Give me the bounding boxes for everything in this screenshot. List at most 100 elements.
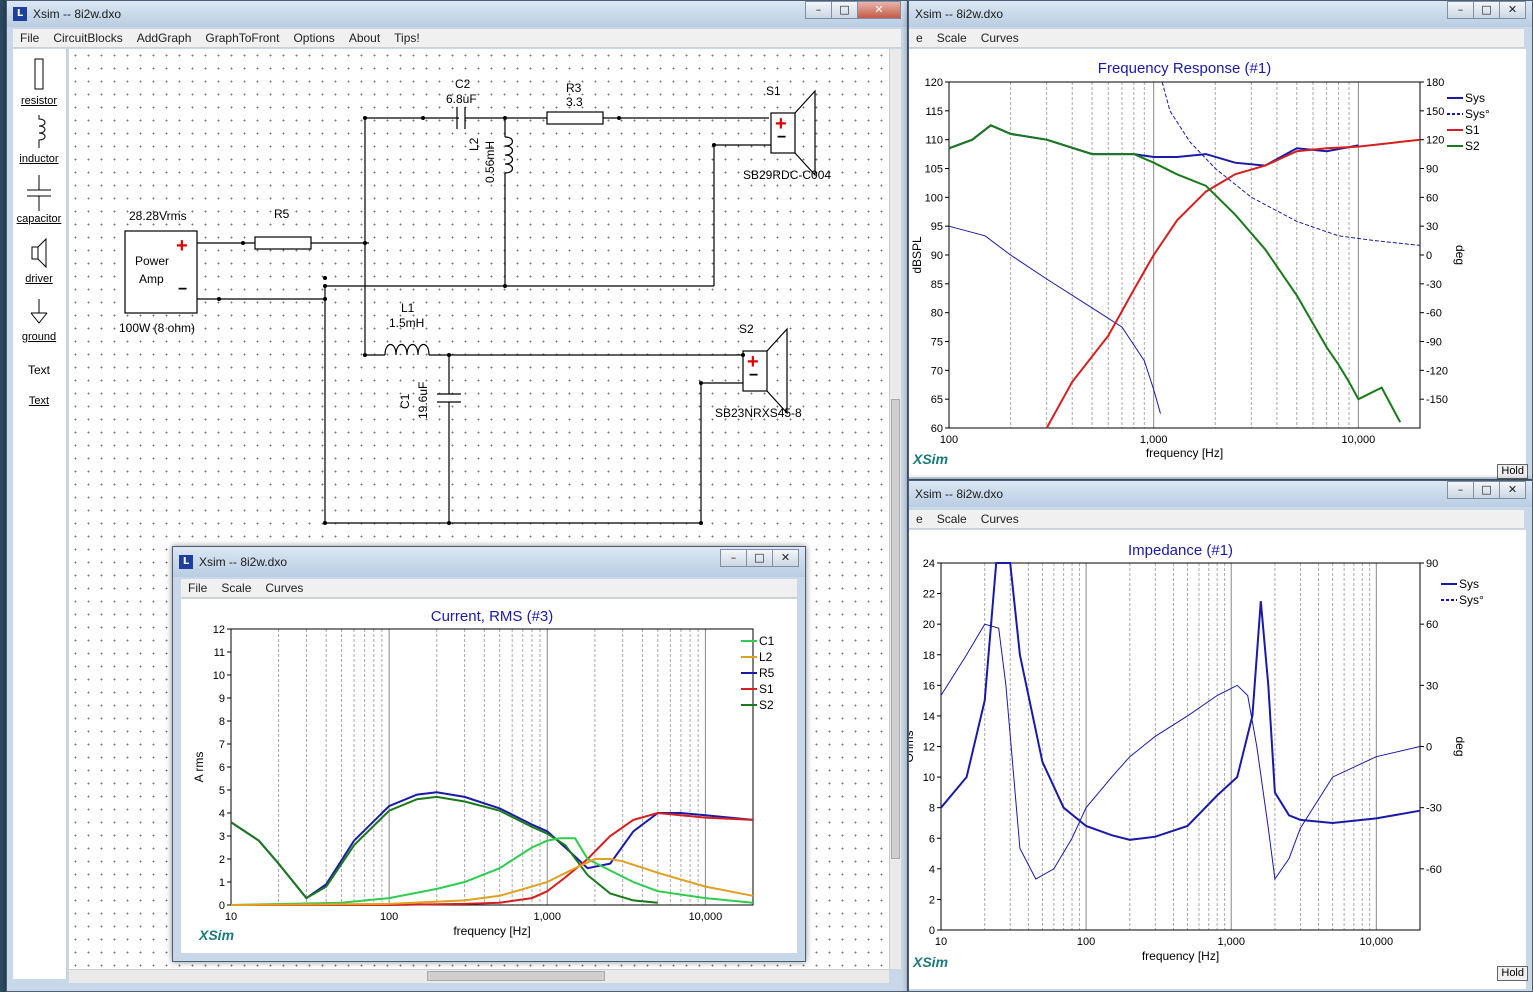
close-button[interactable]: ✕ xyxy=(857,1,901,19)
imp-window-title: Xsim -- 8i2w.dxo xyxy=(915,487,1004,501)
maximize-button[interactable]: □ xyxy=(831,1,858,19)
freq-close-button[interactable]: ✕ xyxy=(1499,1,1526,19)
amp-label-2: Amp xyxy=(139,272,164,286)
current-maximize-button[interactable]: □ xyxy=(746,549,773,567)
resistor-icon xyxy=(34,58,44,90)
toolbox: resistor inductor capacitor driver groun… xyxy=(13,49,67,979)
legend-entry: Sys xyxy=(1465,91,1485,105)
menu-graphtofront[interactable]: GraphToFront xyxy=(198,31,286,45)
current-close-button[interactable]: ✕ xyxy=(772,549,799,567)
freq-window: Xsim -- 8i2w.dxo – □ ✕ e Scale Curves 60… xyxy=(908,0,1533,480)
series-line-sys xyxy=(940,562,1421,841)
freq-hold-button[interactable]: Hold xyxy=(1497,464,1528,479)
amp-power-label: 100W (8 ohm) xyxy=(119,321,196,335)
y-tick-label: 6 xyxy=(219,762,225,774)
freq-minimize-button[interactable]: – xyxy=(1447,1,1474,19)
legend-entry: Sys° xyxy=(1465,107,1490,121)
freq-maximize-button[interactable]: □ xyxy=(1473,1,1500,19)
y2-tick-label: -60 xyxy=(1426,308,1442,320)
imp-close-button[interactable]: ✕ xyxy=(1499,481,1526,499)
y-tick-label: 2 xyxy=(219,854,225,866)
tool-ground[interactable]: ground xyxy=(13,299,65,343)
series-line-s1 xyxy=(231,811,754,906)
current-menu-scale[interactable]: Scale xyxy=(214,581,258,595)
menu-about[interactable]: About xyxy=(342,31,387,45)
y-tick-label: 10 xyxy=(213,670,225,682)
minimize-button[interactable]: – xyxy=(805,1,832,19)
main-titlebar[interactable]: L Xsim -- 8i2w.dxo – □ ✕ xyxy=(7,1,907,27)
series-line-sys-low xyxy=(948,225,1161,414)
x-tick-label: 1,000 xyxy=(533,911,561,923)
menu-tips[interactable]: Tips! xyxy=(387,31,427,45)
imp-titlebar[interactable]: Xsim -- 8i2w.dxo – □ ✕ xyxy=(909,481,1532,507)
imp-minimize-button[interactable]: – xyxy=(1447,481,1474,499)
current-brand: XSim xyxy=(199,927,235,943)
tool-text-2[interactable]: Text xyxy=(13,393,65,407)
current-menu-file[interactable]: File xyxy=(181,581,214,595)
y-tick-label: 10 xyxy=(923,772,935,784)
freq-plot-area: 60 65 70 75 80 85 90 95 100 105 110 115 120 -150 -120 -… xyxy=(909,49,1526,477)
menu-circuitblocks[interactable]: CircuitBlocks xyxy=(46,31,129,45)
freq-menubar: e Scale Curves xyxy=(909,29,1524,48)
series-line-l2 xyxy=(230,858,754,906)
y-tick-label: 5 xyxy=(219,785,225,797)
x-tick-label: 1,000 xyxy=(1140,434,1168,446)
menu-options[interactable]: Options xyxy=(286,31,341,45)
freq-chart: 60 65 70 75 80 85 90 95 100 105 110 115 120 -150 -120 -… xyxy=(910,60,1490,460)
current-titlebar[interactable]: L Xsim -- 8i2w.dxo – □ ✕ xyxy=(173,547,805,577)
y2-tick-label: 90 xyxy=(1426,164,1438,176)
imp-menu-file[interactable]: e xyxy=(909,512,930,526)
y-tick-label: 85 xyxy=(931,279,943,291)
horizontal-scrollbar[interactable] xyxy=(69,969,889,983)
x-tick-label: 100 xyxy=(380,911,398,923)
y-tick-label: 90 xyxy=(931,250,943,262)
freq-menu-file[interactable]: e xyxy=(909,31,930,45)
current-chart: 012345678910111210 100 1,000 10,000Current,… xyxy=(192,608,775,938)
series-line-sys- xyxy=(940,623,1421,881)
y-tick-label: 100 xyxy=(925,192,943,204)
chart-title: Frequency Response (#1) xyxy=(1098,60,1271,77)
y-tick-label: 18 xyxy=(923,650,935,662)
current-menu-curves[interactable]: Curves xyxy=(258,581,310,595)
y-tick-label: 105 xyxy=(925,164,943,176)
r5-label: R5 xyxy=(274,207,290,221)
legend-entry: S2 xyxy=(759,698,774,712)
s1-model: SB29RDC-C004 xyxy=(743,168,832,182)
imp-menu-scale[interactable]: Scale xyxy=(930,512,974,526)
y-tick-label: 120 xyxy=(925,77,943,89)
c1-label: C1 xyxy=(398,393,412,409)
legend-entry: C1 xyxy=(759,634,775,648)
imp-maximize-button[interactable]: □ xyxy=(1473,481,1500,499)
tool-text[interactable]: Text xyxy=(13,363,65,377)
tool-inductor[interactable]: inductor xyxy=(13,115,65,165)
current-minimize-button[interactable]: – xyxy=(720,549,747,567)
y2-tick-label: 0 xyxy=(1426,250,1432,262)
tool-driver[interactable]: driver xyxy=(13,237,65,285)
imp-menu-curves[interactable]: Curves xyxy=(974,512,1026,526)
y-tick-label: 12 xyxy=(923,742,935,754)
c2-value: 6.8uF xyxy=(446,92,477,106)
plot-frame xyxy=(940,562,1421,931)
y2-axis-label: deg xyxy=(1453,245,1467,265)
y-tick-label: 8 xyxy=(219,716,225,728)
text-tool-icon: Text xyxy=(27,363,50,377)
menu-addgraph[interactable]: AddGraph xyxy=(130,31,199,45)
freq-menu-curves[interactable]: Curves xyxy=(974,31,1026,45)
y-tick-label: 4 xyxy=(219,808,225,820)
legend-entry: L2 xyxy=(759,650,773,664)
y-tick-label: 9 xyxy=(219,693,225,705)
y-axis-label: A rms xyxy=(192,752,206,783)
imp-hold-button[interactable]: Hold xyxy=(1497,966,1528,981)
tool-inductor-label: inductor xyxy=(19,153,59,165)
vertical-scrollbar[interactable] xyxy=(889,49,901,969)
menu-file[interactable]: File xyxy=(13,31,46,45)
tool-resistor[interactable]: resistor xyxy=(13,57,65,107)
current-logo-icon: L xyxy=(179,555,193,569)
legend-entry: Sys° xyxy=(1459,593,1484,607)
tool-capacitor[interactable]: capacitor xyxy=(13,175,65,225)
freq-titlebar[interactable]: Xsim -- 8i2w.dxo – □ ✕ xyxy=(909,1,1532,27)
l1-value: 1.5mH xyxy=(389,316,425,330)
freq-menu-scale[interactable]: Scale xyxy=(930,31,974,45)
y-tick-label: 115 xyxy=(925,106,943,118)
legend-entry: R5 xyxy=(759,666,775,680)
